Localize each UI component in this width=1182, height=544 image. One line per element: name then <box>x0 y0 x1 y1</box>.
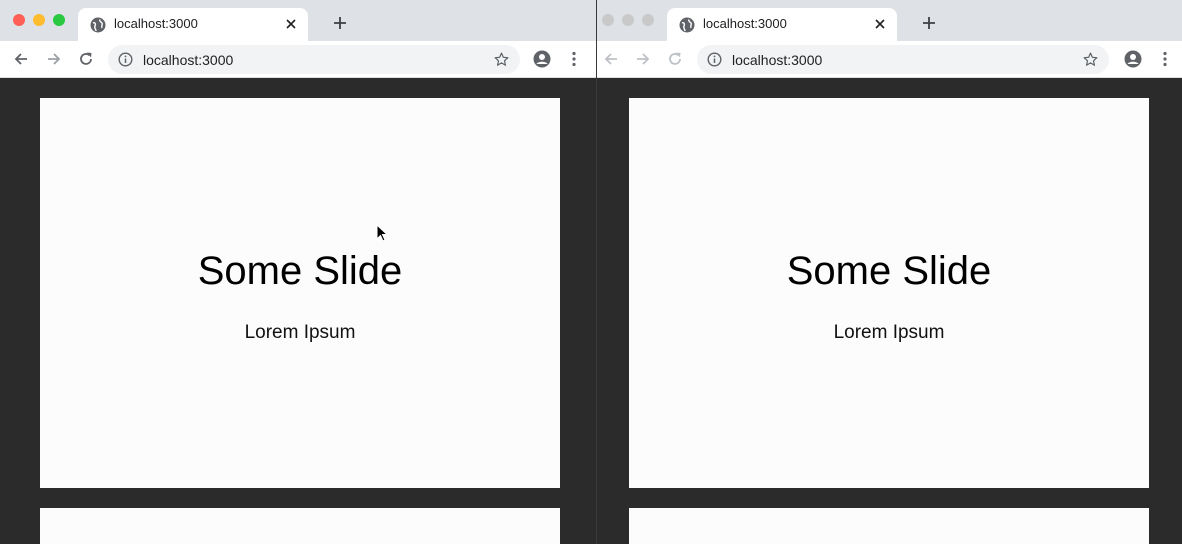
page-content[interactable]: Some Slide Lorem Ipsum <box>597 78 1182 544</box>
slide-card: Some Slide Lorem Ipsum <box>40 98 560 488</box>
mouse-cursor-icon <box>376 224 389 242</box>
info-icon[interactable] <box>118 52 133 67</box>
back-arrow-icon[interactable] <box>602 50 620 68</box>
slide-card-next <box>629 508 1149 544</box>
page-content[interactable]: Some Slide Lorem Ipsum <box>0 78 596 544</box>
close-window-button[interactable] <box>13 14 25 26</box>
slide-title: Some Slide <box>786 249 992 293</box>
address-url: localhost:3000 <box>732 52 823 68</box>
back-arrow-icon[interactable] <box>12 50 30 68</box>
reload-icon[interactable] <box>666 50 684 68</box>
browser-window-right: localhost:3000 localhost:3000 Some Slide… <box>597 0 1182 544</box>
tab-title: localhost:3000 <box>703 16 787 31</box>
slide-subtitle: Lorem Ipsum <box>833 322 945 343</box>
slide-card: Some Slide Lorem Ipsum <box>629 98 1149 488</box>
close-window-button[interactable] <box>602 14 614 26</box>
more-vert-icon[interactable] <box>1156 50 1174 68</box>
forward-arrow-icon[interactable] <box>634 50 652 68</box>
globe-icon <box>679 17 695 33</box>
tab-strip: localhost:3000 <box>597 0 1182 41</box>
minimize-window-button[interactable] <box>33 14 45 26</box>
address-bar[interactable]: localhost:3000 <box>697 45 1109 74</box>
more-vert-icon[interactable] <box>565 50 583 68</box>
address-bar[interactable]: localhost:3000 <box>108 45 520 74</box>
info-icon[interactable] <box>707 52 722 67</box>
address-url: localhost:3000 <box>143 52 234 68</box>
plus-icon[interactable] <box>921 15 937 31</box>
globe-icon <box>90 17 106 33</box>
slide-title: Some Slide <box>197 249 403 293</box>
browser-toolbar: localhost:3000 <box>0 41 596 78</box>
tab-strip: localhost:3000 <box>0 0 596 41</box>
browser-tab[interactable]: localhost:3000 <box>667 8 897 41</box>
slide-card-next <box>40 508 560 544</box>
desktop-stage: localhost:3000 localhost:3000 Some Slide… <box>0 0 1182 544</box>
minimize-window-button[interactable] <box>622 14 634 26</box>
slide-subtitle: Lorem Ipsum <box>244 322 356 343</box>
browser-tab[interactable]: localhost:3000 <box>78 8 308 41</box>
forward-arrow-icon[interactable] <box>45 50 63 68</box>
star-icon[interactable] <box>493 51 510 68</box>
account-icon[interactable] <box>533 50 551 68</box>
star-icon[interactable] <box>1082 51 1099 68</box>
plus-icon[interactable] <box>332 15 348 31</box>
close-icon[interactable] <box>873 17 887 31</box>
browser-window-left: localhost:3000 localhost:3000 Some Slide… <box>0 0 596 544</box>
zoom-window-button[interactable] <box>642 14 654 26</box>
zoom-window-button[interactable] <box>53 14 65 26</box>
browser-toolbar: localhost:3000 <box>597 41 1182 78</box>
close-icon[interactable] <box>284 17 298 31</box>
reload-icon[interactable] <box>77 50 95 68</box>
tab-title: localhost:3000 <box>114 16 198 31</box>
account-icon[interactable] <box>1124 50 1142 68</box>
